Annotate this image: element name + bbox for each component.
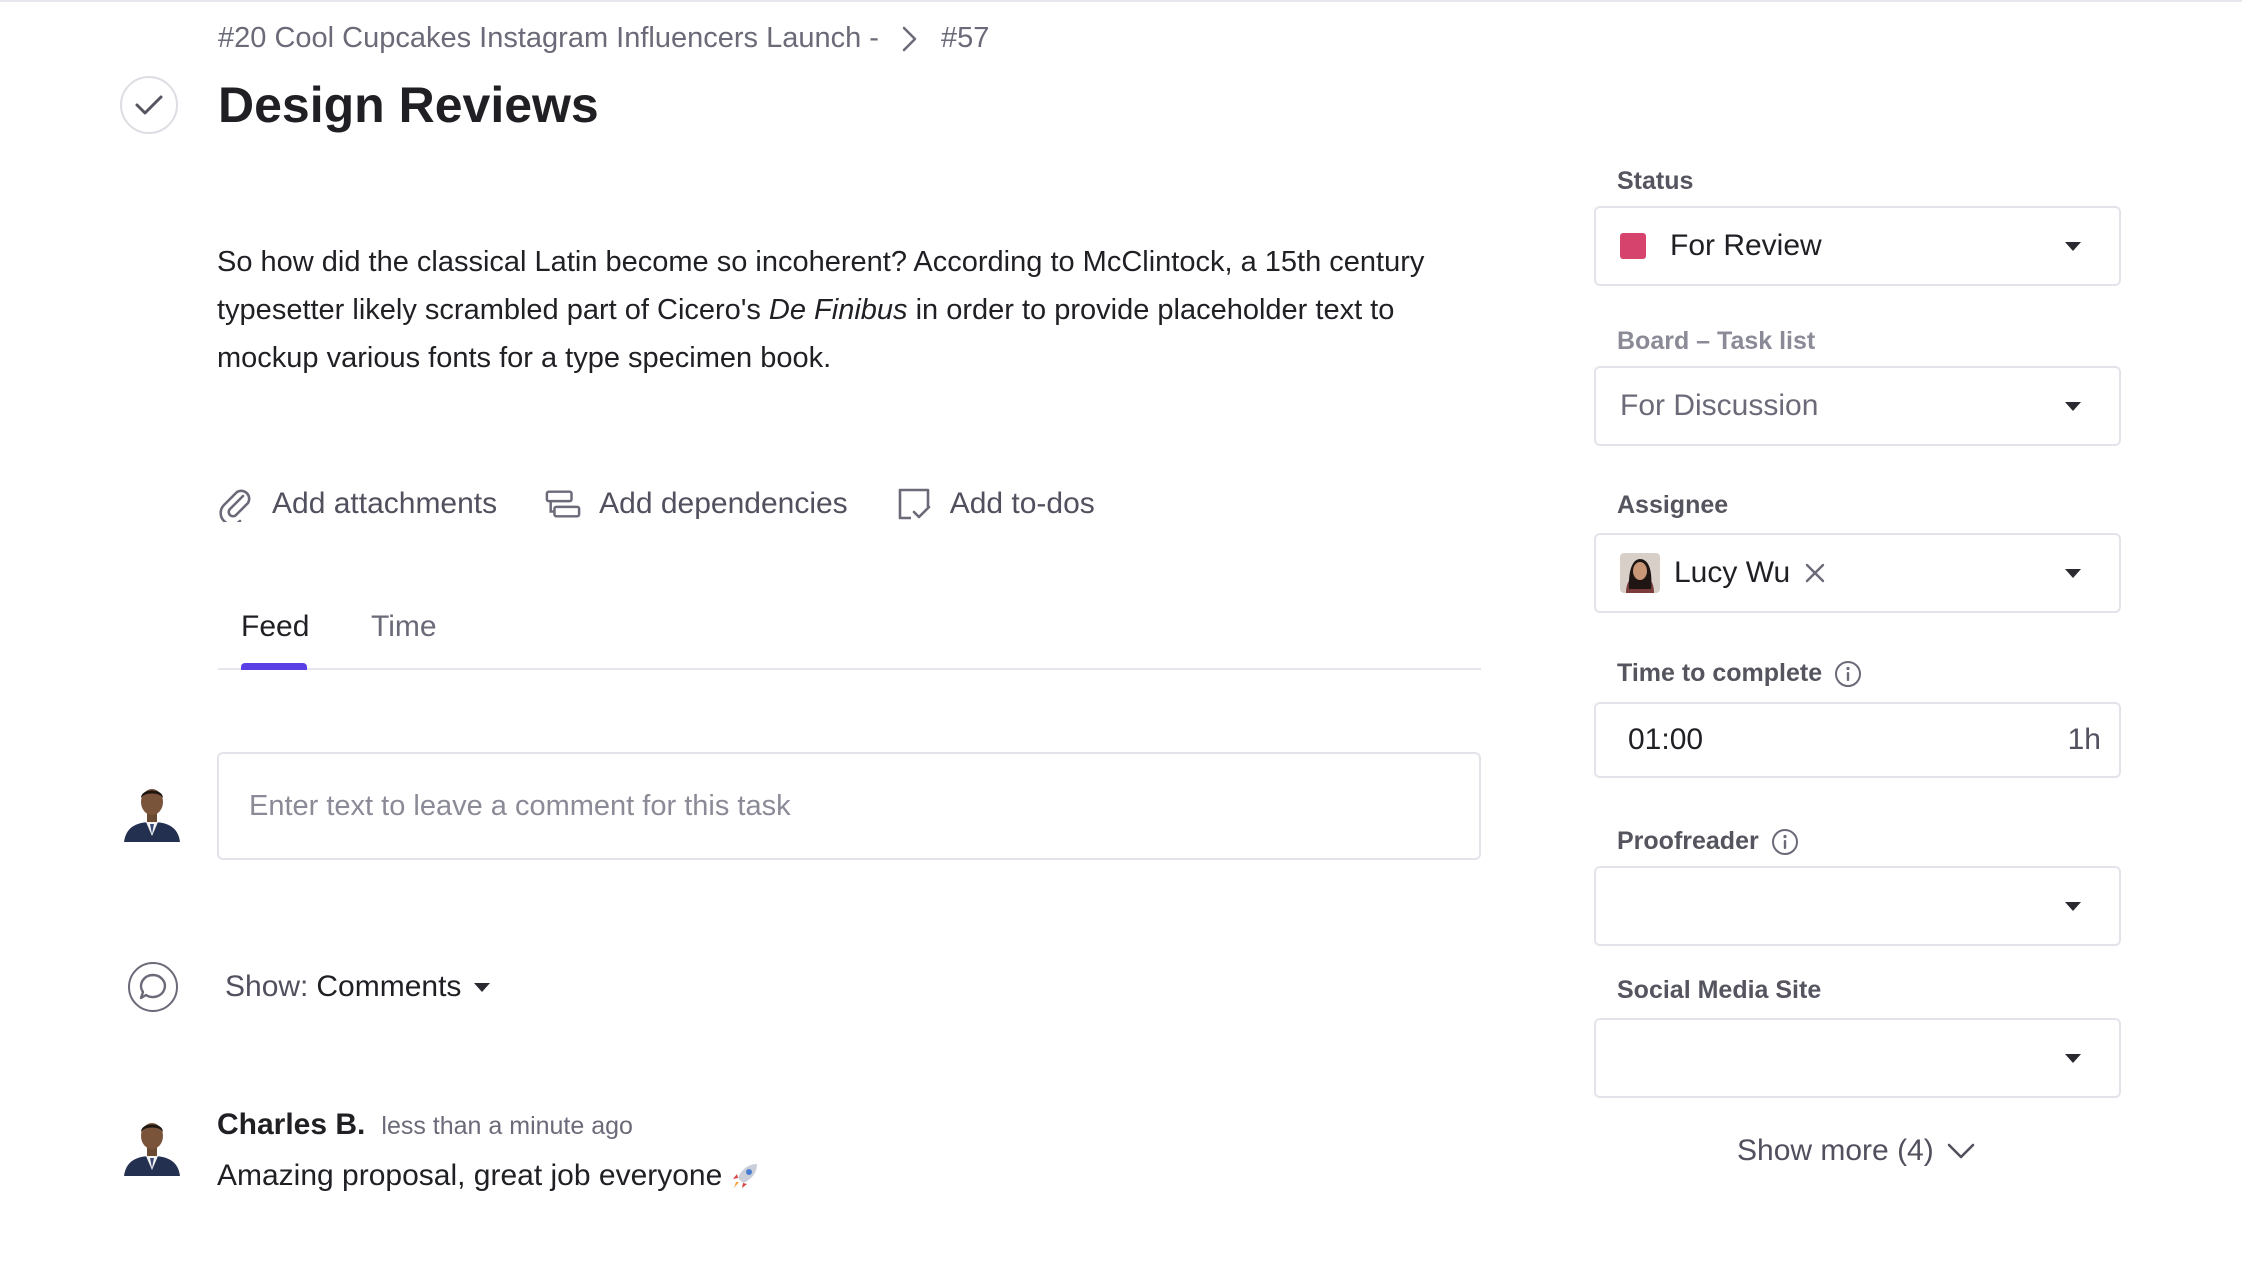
feed-filter-value: Comments [316, 970, 462, 1003]
comment-author-avatar [120, 1112, 184, 1176]
dependencies-icon [545, 486, 581, 522]
breadcrumb-task-id[interactable]: #57 [941, 22, 989, 55]
status-dropdown[interactable]: For Review [1594, 206, 2121, 286]
breadcrumb-project-link[interactable]: #20 Cool Cupcakes Instagram Influencers … [218, 22, 879, 55]
check-icon [134, 93, 164, 117]
assignee-dropdown[interactable]: Lucy Wu [1594, 533, 2121, 613]
proofreader-dropdown[interactable] [1594, 866, 2121, 946]
time-to-complete-unit: 1h [2067, 723, 2101, 756]
feed-tabs: Feed Time [218, 604, 1481, 670]
paperclip-icon [218, 486, 254, 522]
assignee-avatar [1620, 553, 1660, 593]
caret-down-icon [2065, 242, 2081, 251]
show-more-label: Show more (4) [1737, 1134, 1934, 1167]
social-media-site-dropdown[interactable] [1594, 1018, 2121, 1098]
top-divider [0, 0, 2242, 2]
social-media-site-label: Social Media Site [1617, 976, 1822, 1004]
chat-bubble-icon [128, 962, 178, 1012]
show-more-button[interactable]: Show more (4) [1737, 1134, 1976, 1168]
close-icon[interactable] [1804, 562, 1826, 584]
assignee-label: Assignee [1617, 491, 1729, 519]
comment-author[interactable]: Charles B. [217, 1108, 365, 1142]
time-to-complete-input[interactable]: 01:00 1h [1594, 702, 2121, 778]
comment-header: Charles B. less than a minute ago [217, 1108, 633, 1142]
comment-timestamp: less than a minute ago [381, 1112, 633, 1140]
board-task-list-dropdown[interactable]: For Discussion [1594, 366, 2121, 446]
task-title[interactable]: Design Reviews [218, 76, 599, 134]
task-description[interactable]: So how did the classical Latin become so… [217, 238, 1492, 382]
add-todos-button[interactable]: Add to-dos [896, 486, 1095, 522]
time-to-complete-value: 01:00 [1628, 723, 1704, 756]
active-tab-indicator [241, 663, 307, 670]
proofreader-label: Proofreader [1617, 827, 1799, 856]
add-todos-label: Add to-dos [949, 487, 1095, 520]
add-dependencies-label: Add dependencies [599, 487, 848, 520]
complete-task-button[interactable] [120, 76, 178, 134]
description-italic: De Finibus [768, 294, 908, 326]
add-attachments-label: Add attachments [272, 487, 498, 520]
board-task-list-value: For Discussion [1620, 389, 1819, 422]
add-dependencies-button[interactable]: Add dependencies [545, 486, 848, 522]
caret-down-icon [2065, 569, 2081, 578]
chevron-right-icon [901, 25, 919, 53]
comment-input[interactable]: Enter text to leave a comment for this t… [217, 752, 1481, 860]
status-color-swatch [1620, 233, 1646, 259]
time-to-complete-label: Time to complete [1617, 659, 1862, 688]
time-to-complete-label-text: Time to complete [1617, 659, 1823, 687]
tab-feed[interactable]: Feed [241, 610, 309, 644]
feed-filter-dropdown[interactable]: Show: Comments [225, 970, 491, 1004]
board-task-list-label: Board – Task list [1617, 327, 1816, 355]
assignee-value: Lucy Wu [1674, 556, 1791, 589]
chevron-down-icon [1946, 1142, 1976, 1160]
todo-checklist-icon [896, 486, 932, 522]
comment-placeholder: Enter text to leave a comment for this t… [249, 789, 791, 822]
caret-down-icon [2065, 902, 2081, 911]
tab-time[interactable]: Time [371, 610, 437, 644]
caret-down-icon [2065, 402, 2081, 411]
info-icon[interactable] [1834, 660, 1862, 688]
add-attachments-button[interactable]: Add attachments [218, 486, 497, 522]
caret-down-icon [473, 981, 491, 993]
proofreader-label-text: Proofreader [1617, 827, 1759, 855]
info-icon[interactable] [1771, 828, 1799, 856]
feed-filter-label: Show: [225, 970, 309, 1003]
rocket-icon [730, 1161, 760, 1191]
caret-down-icon [2065, 1054, 2081, 1063]
comment-body: Amazing proposal, great job everyone [217, 1159, 760, 1193]
status-value: For Review [1670, 229, 1822, 262]
status-label: Status [1617, 167, 1694, 195]
task-actions: Add attachments Add dependencies Add to-… [218, 486, 1143, 522]
avatar [120, 778, 184, 842]
breadcrumb: #20 Cool Cupcakes Instagram Influencers … [218, 22, 989, 55]
comment-text: Amazing proposal, great job everyone [217, 1159, 723, 1192]
